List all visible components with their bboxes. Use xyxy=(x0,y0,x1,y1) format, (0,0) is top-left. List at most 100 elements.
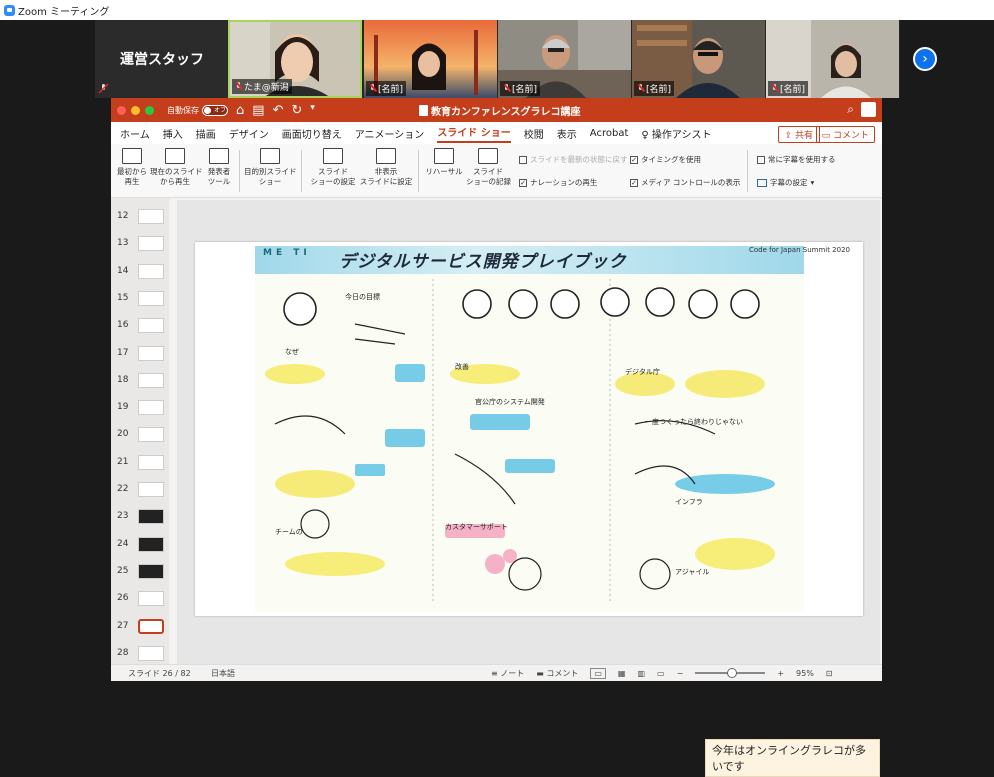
video-tile-3[interactable]: [名前] xyxy=(498,20,631,98)
slide-thumbnail[interactable]: 18 xyxy=(116,372,166,390)
slide-thumbnail[interactable]: 26 xyxy=(116,590,166,608)
tab-tell-me[interactable]: ♀ 操作アシスト xyxy=(641,126,711,141)
slide-counter: スライド 26 / 82 xyxy=(128,668,191,678)
slide-sorter-icon[interactable]: ▦ xyxy=(618,669,626,678)
slide-thumbnail[interactable]: 15 xyxy=(116,290,166,308)
thumbnail-image xyxy=(138,536,164,552)
more-icon[interactable]: ▾ xyxy=(310,103,315,118)
video-tile-1[interactable]: たま@新潟 xyxy=(228,20,362,98)
normal-view-icon[interactable]: ▭ xyxy=(590,667,606,679)
notes-button[interactable]: ≡ ノート xyxy=(491,668,524,679)
rehearse-timings-button[interactable]: リハーサル xyxy=(424,148,464,177)
slide-thumbnail[interactable]: 27 xyxy=(116,618,166,636)
video-tile-2[interactable]: [名前] xyxy=(364,20,497,98)
always-subtitles-checkbox[interactable]: 常に字幕を使用する xyxy=(757,154,836,165)
chevron-right-icon[interactable]: › xyxy=(913,47,937,71)
subtitle-settings-button[interactable]: 字幕の設定 ▾ xyxy=(757,177,814,188)
account-icon[interactable] xyxy=(861,102,876,117)
slide-thumbnail[interactable]: 24 xyxy=(116,536,166,554)
zoom-level[interactable]: 95% xyxy=(796,669,814,678)
hide-slide-button[interactable]: 非表示 スライドに設定 xyxy=(359,148,413,187)
thumbnail-image xyxy=(138,563,164,579)
chevron-down-icon: ▾ xyxy=(810,178,815,187)
svg-text:インフラ: インフラ xyxy=(675,498,703,506)
slide-number: 16 xyxy=(117,320,129,331)
show-media-controls-checkbox[interactable]: ✓ メディア コントロールの表示 xyxy=(630,177,740,188)
svg-text:官公庁のシステム開発: 官公庁のシステム開発 xyxy=(475,397,545,406)
thumbnail-image xyxy=(138,509,164,525)
checkbox-icon xyxy=(757,155,765,164)
save-icon[interactable]: ▤ xyxy=(252,103,264,118)
autosave-switch[interactable]: オフ xyxy=(202,104,228,116)
ribbon-divider xyxy=(418,150,419,192)
slide-thumbnail[interactable]: 16 xyxy=(116,317,166,335)
comments-status-button[interactable]: ▬ コメント xyxy=(536,668,578,679)
play-current-icon xyxy=(165,148,185,164)
tab-insert[interactable]: 挿入 xyxy=(163,126,183,141)
tab-acrobat[interactable]: Acrobat xyxy=(590,128,629,139)
autosave-toggle[interactable]: 自動保存 オフ xyxy=(167,104,228,116)
maximize-window-icon[interactable] xyxy=(145,105,154,115)
tab-home[interactable]: ホーム xyxy=(120,126,150,141)
slide-number: 23 xyxy=(117,511,129,522)
play-from-current-button[interactable]: 現在のスライド から再生 xyxy=(150,148,203,187)
tab-review[interactable]: 校閲 xyxy=(524,126,544,141)
zoom-slider[interactable] xyxy=(695,668,766,678)
slide-thumbnail[interactable]: 13 xyxy=(116,235,166,253)
undo-icon[interactable]: ↶ xyxy=(273,103,284,118)
tab-draw[interactable]: 描画 xyxy=(196,126,216,141)
share-button[interactable]: ⇪ 共有 xyxy=(777,126,820,143)
presenter-icon xyxy=(209,148,229,164)
search-icon[interactable]: ⌕ xyxy=(847,102,854,117)
slide-tag: ME TI xyxy=(263,248,311,258)
slide-number: 28 xyxy=(117,647,129,658)
minimize-window-icon[interactable] xyxy=(131,105,140,115)
staff-tile[interactable]: 運営スタッフ xyxy=(95,20,228,98)
comments-button[interactable]: ▭ コメント xyxy=(815,126,875,143)
video-tile-5[interactable]: [名前] xyxy=(766,20,899,98)
document-title[interactable]: 教育カンファレンスグラレコ講座 xyxy=(419,103,581,118)
svg-text:アジャイル: アジャイル xyxy=(675,568,709,576)
tab-view[interactable]: 表示 xyxy=(557,126,577,141)
slideshow-view-icon[interactable]: ▭ xyxy=(657,669,665,678)
fit-slide-icon[interactable]: ⊡ xyxy=(826,669,833,678)
thumbnail-image xyxy=(138,645,164,661)
slide-graphic-title: デジタルサービス開発プレイブック xyxy=(339,252,627,272)
reading-view-icon[interactable]: ▥ xyxy=(637,669,645,678)
redo-icon[interactable]: ↻ xyxy=(291,103,302,118)
slide-number: 21 xyxy=(117,456,129,467)
close-window-icon[interactable] xyxy=(117,105,126,115)
slide-thumbnail[interactable]: 22 xyxy=(116,481,166,499)
custom-slideshow-button[interactable]: 目的別スライド ショー xyxy=(244,148,297,187)
play-narrations-checkbox[interactable]: ✓ ナレーションの再生 xyxy=(519,177,597,188)
reset-slide-checkbox[interactable]: スライドを最新の状態に戻す xyxy=(519,154,628,165)
tab-slideshow[interactable]: スライド ショー xyxy=(437,124,511,143)
tab-design[interactable]: デザイン xyxy=(229,126,269,141)
slide-thumbnail[interactable]: 14 xyxy=(116,263,166,281)
record-slideshow-button[interactable]: スライド ショーの記録 xyxy=(466,148,511,187)
slide-thumbnail[interactable]: 21 xyxy=(116,454,166,472)
zoom-in-icon[interactable]: + xyxy=(777,669,784,678)
tab-transitions[interactable]: 画面切り替え xyxy=(282,126,342,141)
setup-slideshow-button[interactable]: スライド ショーの設定 xyxy=(310,148,356,187)
tab-animations[interactable]: アニメーション xyxy=(355,126,425,141)
slide-thumbnail[interactable]: 17 xyxy=(116,345,166,363)
checkmark-icon: ✓ xyxy=(630,155,638,164)
slide-thumbnail[interactable]: 19 xyxy=(116,399,166,417)
use-timings-checkbox[interactable]: ✓ タイミングを使用 xyxy=(630,154,701,165)
slide-thumbnail[interactable]: 20 xyxy=(116,426,166,444)
video-tile-4[interactable]: [名前] xyxy=(632,20,765,98)
muted-mic-icon xyxy=(98,83,109,94)
slide-thumbnail[interactable]: 23 xyxy=(116,508,166,526)
mic-icon xyxy=(771,84,778,93)
language-indicator[interactable]: 日本語 xyxy=(211,668,235,679)
slide-thumbnail[interactable]: 25 xyxy=(116,563,166,581)
slide-thumbnail[interactable]: 12 xyxy=(116,208,166,226)
presenter-view-button[interactable]: 発表者 ツール xyxy=(204,148,234,187)
mic-icon xyxy=(503,84,510,93)
home-icon[interactable]: ⌂ xyxy=(236,103,244,118)
zoom-out-icon[interactable]: − xyxy=(677,669,684,678)
slide-thumbnail[interactable]: 28 xyxy=(116,645,166,663)
play-from-start-button[interactable]: 最初から 再生 xyxy=(117,148,147,187)
current-slide[interactable]: ME TI デジタルサービス開発プレイブック 今日の目標 なぜ 改善 デジタル庁 官公庁… xyxy=(195,242,863,616)
